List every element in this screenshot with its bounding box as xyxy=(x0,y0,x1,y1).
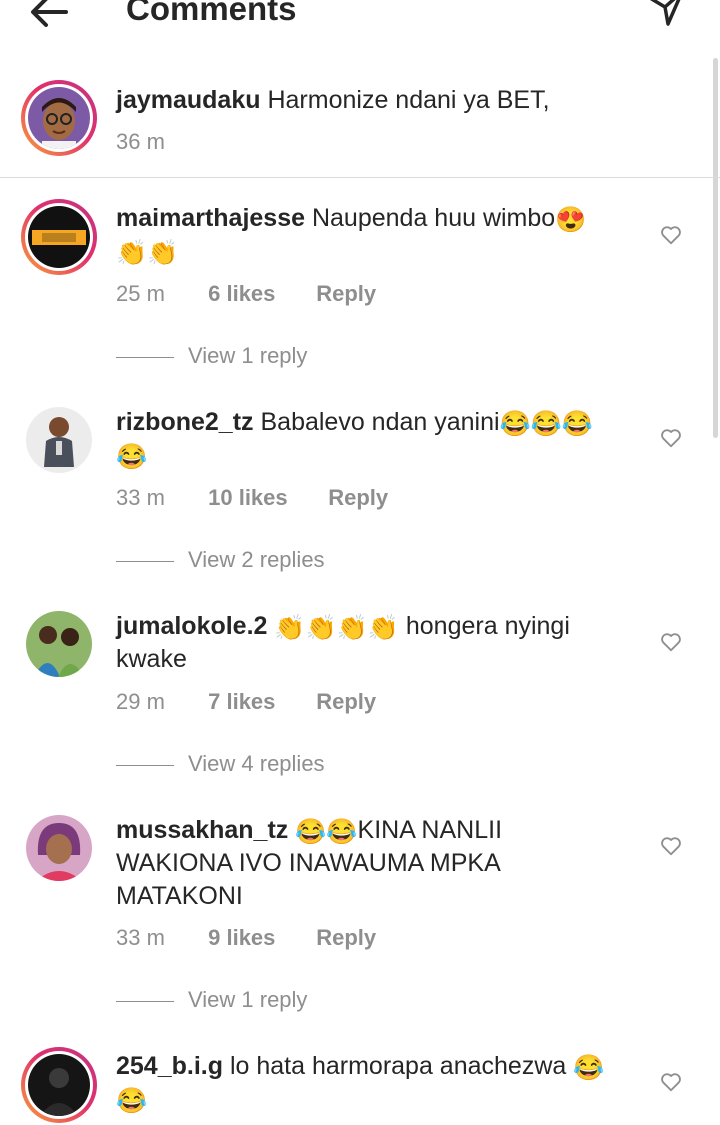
view-replies-button[interactable]: View 1 reply xyxy=(116,987,307,1013)
heart-eyes-emoji: 😍 xyxy=(555,206,587,234)
back-button[interactable] xyxy=(26,0,74,34)
couple-photo-avatar-image xyxy=(26,611,92,677)
comment-body: KINA NANLII xyxy=(357,816,503,844)
dark-photo-avatar-image xyxy=(28,1054,90,1116)
child-photo-avatar-image xyxy=(26,407,92,473)
reply-button[interactable]: Reply xyxy=(328,485,388,511)
clapping-emoji: 👏👏 xyxy=(116,239,179,267)
heart-icon[interactable] xyxy=(660,631,682,653)
heart-icon[interactable] xyxy=(660,835,682,857)
view-replies-label: View 1 reply xyxy=(188,343,308,368)
comment-text: jumalokole.2 👏👏👏👏 hongera nyingi kwake xyxy=(116,610,626,676)
share-button[interactable] xyxy=(644,0,688,30)
caption-time: 36 m xyxy=(116,129,165,154)
comment-username[interactable]: maimarthajesse xyxy=(116,204,305,232)
reply-button[interactable]: Reply xyxy=(316,925,376,951)
comment-body: hongera nyingi xyxy=(405,612,570,640)
comment-meta: 33 m 10 likes Reply xyxy=(116,485,388,511)
avatar[interactable] xyxy=(21,80,97,156)
view-replies-label: View 4 replies xyxy=(188,751,325,776)
caption-body: Harmonize ndani ya BET, xyxy=(267,86,550,114)
avatar[interactable] xyxy=(21,1047,97,1123)
divider-line xyxy=(116,764,174,766)
comment-body: lo hata harmorapa anachezwa xyxy=(229,1052,567,1080)
comment-text: rizbone2_tz Babalevo ndan yanini😂😂😂 😂 xyxy=(116,406,626,472)
view-replies-button[interactable]: View 1 reply xyxy=(116,343,307,369)
memoji-avatar-image xyxy=(28,87,90,149)
comment-meta: 29 m 7 likes Reply xyxy=(116,689,376,715)
view-replies-button[interactable]: View 2 replies xyxy=(116,547,325,573)
comment-likes[interactable]: 9 likes xyxy=(208,925,310,951)
comment-text: maimarthajesse Naupenda huu wimbo😍 👏👏 xyxy=(116,202,626,268)
avatar[interactable] xyxy=(21,199,97,275)
caption-meta: 36 m xyxy=(116,129,202,155)
avatar[interactable] xyxy=(26,815,92,881)
clapping-emoji: 👏👏👏👏 xyxy=(274,614,399,642)
comment-username[interactable]: jumalokole.2 xyxy=(116,612,267,640)
heart-icon[interactable] xyxy=(660,1071,682,1093)
reply-button[interactable]: Reply xyxy=(316,281,376,307)
comment-username[interactable]: 254_b.i.g xyxy=(116,1052,223,1080)
comment-meta: 33 m 9 likes Reply xyxy=(116,925,376,951)
comment-likes[interactable]: 10 likes xyxy=(208,485,322,511)
divider-line xyxy=(116,560,174,562)
reply-button[interactable]: Reply xyxy=(316,689,376,715)
view-replies-label: View 2 replies xyxy=(188,547,325,572)
comment-body-line3: MATAKONI xyxy=(116,882,243,910)
avatar[interactable] xyxy=(26,611,92,677)
comment-time: 25 m xyxy=(116,281,165,306)
divider-line xyxy=(116,356,174,358)
page-title: Comments xyxy=(126,0,297,27)
comment-time: 29 m xyxy=(116,689,165,714)
woman-photo-avatar-image xyxy=(26,815,92,881)
caption-text: jaymaudaku Harmonize ndani ya BET, xyxy=(116,84,626,117)
comment-meta: 25 m 6 likes Reply xyxy=(116,281,376,307)
logo-avatar-image xyxy=(28,206,90,268)
comment-likes[interactable]: 6 likes xyxy=(208,281,310,307)
comment-likes[interactable]: 7 likes xyxy=(208,689,310,715)
top-bar: Comments xyxy=(0,0,720,40)
laughing-emoji: 😂😂😂 xyxy=(499,410,593,438)
heart-icon[interactable] xyxy=(660,224,682,246)
comment-time: 33 m xyxy=(116,925,165,950)
comment-time: 33 m xyxy=(116,485,165,510)
comment-body-line2: WAKIONA IVO INAWAUMA MPKA xyxy=(116,849,501,877)
laughing-emoji: 😂 xyxy=(573,1054,605,1082)
heart-icon[interactable] xyxy=(660,427,682,449)
comment-body-line2: kwake xyxy=(116,645,187,673)
view-replies-button[interactable]: View 4 replies xyxy=(116,751,325,777)
arrow-left-icon xyxy=(31,0,68,27)
laughing-emoji: 😂 xyxy=(116,1087,148,1115)
paper-plane-icon xyxy=(649,0,681,26)
comment-body: Babalevo ndan yanini xyxy=(260,408,500,436)
view-replies-label: View 1 reply xyxy=(188,987,308,1012)
laughing-emoji: 😂😂 xyxy=(295,818,358,846)
caption-username[interactable]: jaymaudaku xyxy=(116,86,261,114)
laughing-emoji: 😂 xyxy=(116,443,148,471)
comment-username[interactable]: mussakhan_tz xyxy=(116,816,288,844)
comment-body: Naupenda huu wimbo xyxy=(311,204,556,232)
post-caption: jaymaudaku Harmonize ndani ya BET, 36 m xyxy=(0,74,720,178)
divider-line xyxy=(116,1000,174,1002)
avatar[interactable] xyxy=(26,407,92,473)
comment-text: 254_b.i.g lo hata harmorapa anachezwa 😂 … xyxy=(116,1050,626,1116)
comment-text: mussakhan_tz 😂😂KINA NANLII WAKIONA IVO I… xyxy=(116,814,626,913)
comment-username[interactable]: rizbone2_tz xyxy=(116,408,254,436)
